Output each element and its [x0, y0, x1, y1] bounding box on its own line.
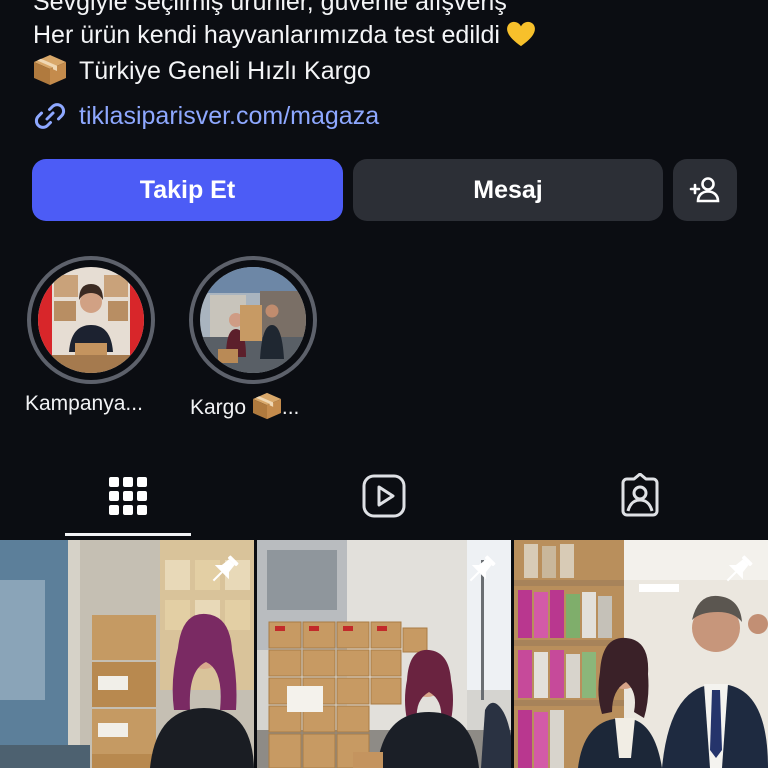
tagged-icon	[621, 473, 659, 517]
selected-tab-indicator	[65, 533, 191, 536]
bio-line-2: Her ürün kendi hayvanlarımızda test edil…	[33, 17, 536, 53]
post-tile[interactable]	[514, 540, 768, 768]
package-icon	[34, 55, 66, 85]
highlight-cover-kargo	[200, 267, 306, 373]
profile-link[interactable]: tiklasiparisver.com/magaza	[33, 98, 379, 134]
pin-icon	[469, 555, 496, 582]
highlight-label-kargo-row: Kargo ...	[190, 392, 299, 420]
post-tile[interactable]	[0, 540, 254, 768]
highlight-kampanya[interactable]	[27, 256, 155, 384]
bio-line-3: Türkiye Geneli Hızlı Kargo	[33, 53, 371, 89]
grid-icon	[109, 477, 147, 515]
bio-line-3-text: Türkiye Geneli Hızlı Kargo	[79, 57, 371, 85]
reels-icon	[362, 474, 406, 518]
follow-button[interactable]: Takip Et	[32, 159, 343, 221]
message-button[interactable]: Mesaj	[353, 159, 663, 221]
highlight-cover-kampanya	[38, 267, 144, 373]
suggest-people-button[interactable]	[673, 159, 737, 221]
post-tile[interactable]	[257, 540, 511, 768]
tab-reels[interactable]	[320, 468, 448, 524]
person-add-icon	[689, 177, 720, 203]
highlight-label-kampanya: Kampanya...	[25, 392, 143, 415]
yellow-heart-icon	[506, 21, 535, 47]
pin-icon	[212, 555, 239, 582]
highlight-label-kargo: Kargo	[190, 396, 247, 419]
highlight-kargo[interactable]	[189, 256, 317, 384]
link-icon	[34, 103, 66, 129]
tab-tagged[interactable]	[576, 468, 704, 524]
tab-posts-grid[interactable]	[64, 468, 192, 524]
bio-line-2-text: Her ürün kendi hayvanlarımızda test edil…	[33, 21, 500, 49]
package-icon	[252, 392, 281, 420]
pin-icon	[726, 555, 753, 582]
profile-link-text: tiklasiparisver.com/magaza	[79, 101, 380, 130]
